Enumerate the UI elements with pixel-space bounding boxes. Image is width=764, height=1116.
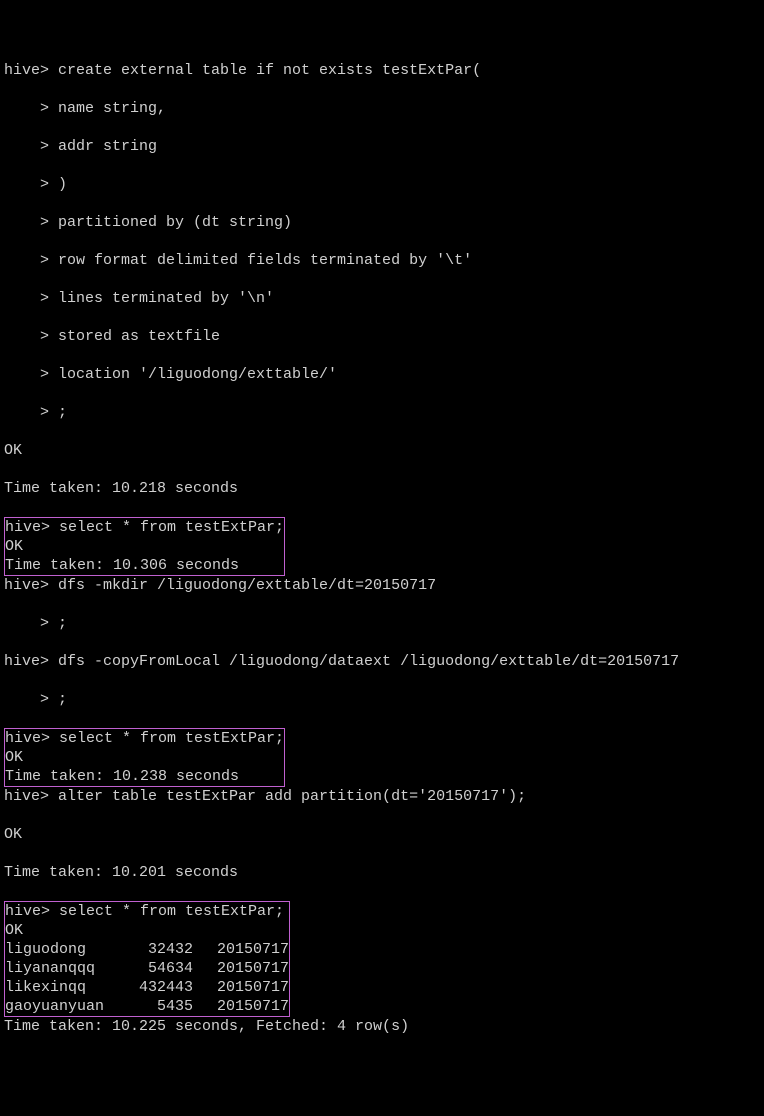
term-line: > addr string xyxy=(4,137,760,156)
cell-dt: 20150717 xyxy=(217,959,289,978)
time-taken: Time taken: 10.238 seconds xyxy=(5,767,284,786)
term-line: > stored as textfile xyxy=(4,327,760,346)
highlight-box-select-2: hive> select * from testExtPar;OKTime ta… xyxy=(4,728,285,787)
term-line: > location '/liguodong/exttable/' xyxy=(4,365,760,384)
term-line: > ; xyxy=(4,690,760,709)
cell-name: gaoyuanyuan xyxy=(5,997,115,1016)
time-taken: Time taken: 10.201 seconds xyxy=(4,863,760,882)
term-line: hive> dfs -mkdir /liguodong/exttable/dt=… xyxy=(4,576,760,595)
table-row: likexinqq43244320150717 xyxy=(5,978,289,997)
cell-dt: 20150717 xyxy=(217,997,289,1016)
term-line: > ) xyxy=(4,175,760,194)
highlight-box-select-3: hive> select * from testExtPar;OKliguodo… xyxy=(4,901,290,1017)
term-line: hive> select * from testExtPar; xyxy=(5,518,284,537)
time-taken: Time taken: 10.218 seconds xyxy=(4,479,760,498)
highlight-box-select-1: hive> select * from testExtPar;OKTime ta… xyxy=(4,517,285,576)
term-line: > lines terminated by '\n' xyxy=(4,289,760,308)
cell-value: 32432 xyxy=(115,940,217,959)
cell-name: liguodong xyxy=(5,940,115,959)
table-row: gaoyuanyuan543520150717 xyxy=(5,997,289,1016)
result-ok: OK xyxy=(5,748,284,767)
cell-dt: 20150717 xyxy=(217,978,289,997)
time-taken: Time taken: 10.225 seconds, Fetched: 4 r… xyxy=(4,1017,760,1036)
result-ok: OK xyxy=(5,537,284,556)
cell-dt: 20150717 xyxy=(217,940,289,959)
cell-value: 432443 xyxy=(115,978,217,997)
cell-name: liyananqqq xyxy=(5,959,115,978)
term-line: hive> select * from testExtPar; xyxy=(5,729,284,748)
table-row: liguodong3243220150717 xyxy=(5,940,289,959)
result-ok: OK xyxy=(4,825,760,844)
result-ok: OK xyxy=(5,921,289,940)
time-taken: Time taken: 10.306 seconds xyxy=(5,556,284,575)
term-line: hive> dfs -copyFromLocal /liguodong/data… xyxy=(4,652,760,671)
term-line: > name string, xyxy=(4,99,760,118)
cell-value: 5435 xyxy=(115,997,217,1016)
term-line: hive> select * from testExtPar; xyxy=(5,902,289,921)
cell-value: 54634 xyxy=(115,959,217,978)
result-ok: OK xyxy=(4,441,760,460)
term-line: > ; xyxy=(4,403,760,422)
term-line: > partitioned by (dt string) xyxy=(4,213,760,232)
term-line: > row format delimited fields terminated… xyxy=(4,251,760,270)
cell-name: likexinqq xyxy=(5,978,115,997)
term-line: > ; xyxy=(4,614,760,633)
term-line: hive> alter table testExtPar add partiti… xyxy=(4,787,760,806)
table-row: liyananqqq5463420150717 xyxy=(5,959,289,978)
term-line: hive> create external table if not exist… xyxy=(4,61,760,80)
